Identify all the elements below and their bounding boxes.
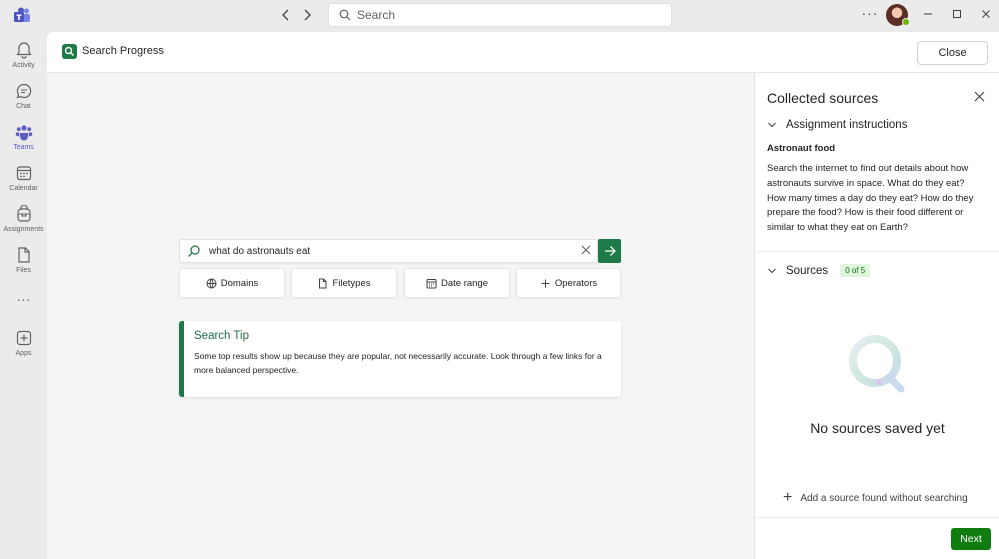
rail-label-calendar: Calendar	[9, 185, 38, 192]
plus-icon	[541, 279, 550, 287]
domains-filter-label: Domains	[220, 277, 259, 289]
search-tip-text: Some top results show up because they ar…	[194, 351, 602, 375]
rail-label-apps: Apps	[15, 350, 32, 357]
forward-arrow-icon[interactable]	[298, 7, 316, 25]
global-search-box[interactable]	[328, 3, 672, 27]
assignment-instructions-toggle[interactable]: Assignment instructions	[767, 119, 907, 131]
search-icon	[64, 46, 74, 56]
app-rail: Activity Chat Teams Calendar Assignments…	[0, 32, 47, 559]
calendar-icon	[426, 278, 437, 288]
assignment-instructions-header: Assignment instructions	[786, 119, 908, 131]
filetypes-filter-button[interactable]: Filetypes	[291, 268, 397, 298]
footer-divider	[755, 517, 999, 518]
search-tip-card: Search Tip Some top results show up beca…	[179, 321, 621, 397]
rail-label-chat: Chat	[16, 103, 31, 110]
add-apps-icon	[16, 330, 31, 346]
operators-filter-label: Operators	[554, 277, 598, 289]
chat-icon	[16, 83, 31, 99]
panel-close-icon[interactable]	[972, 89, 986, 105]
title-bar: ···	[0, 0, 999, 32]
chevron-down-icon	[768, 122, 776, 128]
search-main-area: Domains Filetypes Date range Operators S…	[47, 73, 754, 559]
maximize-icon[interactable]	[947, 6, 967, 24]
date-range-filter-button[interactable]: Date range	[404, 268, 510, 298]
empty-search-illustration-icon	[849, 335, 905, 393]
filetypes-filter-label: Filetypes	[332, 277, 371, 289]
rail-item-teams[interactable]: Teams	[0, 123, 47, 163]
presence-available-icon	[902, 18, 910, 26]
rail-label-files: Files	[16, 267, 31, 274]
chevron-down-icon	[768, 268, 776, 273]
sources-toggle[interactable]: Sources 0 of 5	[767, 264, 871, 277]
globe-icon	[206, 278, 217, 288]
section-divider	[755, 251, 999, 252]
app-title: Search Progress	[82, 45, 164, 57]
search-icon	[339, 9, 351, 21]
teams-logo-icon	[14, 7, 30, 22]
rail-label-assignments: Assignments	[3, 226, 44, 233]
file-icon	[17, 247, 30, 263]
search-tip-title: Search Tip	[194, 330, 249, 342]
teams-icon	[15, 125, 32, 141]
close-button[interactable]: Close	[917, 41, 988, 65]
next-button[interactable]: Next	[951, 528, 991, 550]
rail-label-activity: Activity	[12, 62, 35, 69]
back-arrow-icon[interactable]	[277, 7, 295, 25]
rail-item-files[interactable]: Files	[0, 246, 47, 286]
minimize-icon[interactable]	[918, 6, 938, 24]
backpack-icon	[16, 205, 31, 222]
rail-item-chat[interactable]: Chat	[0, 82, 47, 122]
rail-item-assignments[interactable]: Assignments	[0, 205, 47, 245]
domains-filter-button[interactable]: Domains	[179, 268, 285, 298]
date-range-filter-label: Date range	[440, 277, 488, 289]
add-source-link[interactable]: + Add a source found without searching	[783, 489, 968, 506]
rail-item-calendar[interactable]: Calendar	[0, 164, 47, 204]
rail-item-activity[interactable]: Activity	[0, 41, 47, 81]
arrow-right-icon	[604, 246, 616, 256]
search-icon	[188, 245, 200, 257]
calendar-icon	[16, 166, 31, 181]
rail-label-teams: Teams	[13, 144, 34, 151]
document-icon	[319, 278, 327, 288]
search-input[interactable]	[209, 245, 569, 257]
more-options-icon[interactable]: ···	[860, 6, 880, 24]
search-progress-app-icon	[62, 44, 77, 59]
rail-more-icon[interactable]: ···	[0, 292, 47, 310]
search-box[interactable]	[179, 239, 598, 263]
global-search-input[interactable]	[357, 8, 657, 22]
collected-sources-panel: Collected sources Assignment instruction…	[754, 73, 999, 559]
sources-header: Sources	[786, 264, 829, 277]
empty-sources-text: No sources saved yet	[810, 420, 945, 436]
rail-item-apps[interactable]: Apps	[0, 329, 47, 369]
clear-search-icon[interactable]	[579, 243, 593, 259]
sources-count-badge: 0 of 5	[840, 264, 871, 277]
app-header: Search Progress Close	[47, 32, 999, 73]
search-submit-button[interactable]	[598, 239, 621, 263]
add-source-label: Add a source found without searching	[800, 492, 968, 504]
panel-title: Collected sources	[767, 90, 879, 106]
plus-icon: +	[783, 489, 793, 506]
bell-icon	[15, 42, 32, 59]
operators-filter-button[interactable]: Operators	[516, 268, 621, 298]
assignment-name: Astronaut food	[767, 143, 836, 154]
assignment-description: Search the internet to find out details …	[767, 163, 974, 234]
window-close-icon[interactable]	[976, 6, 996, 24]
